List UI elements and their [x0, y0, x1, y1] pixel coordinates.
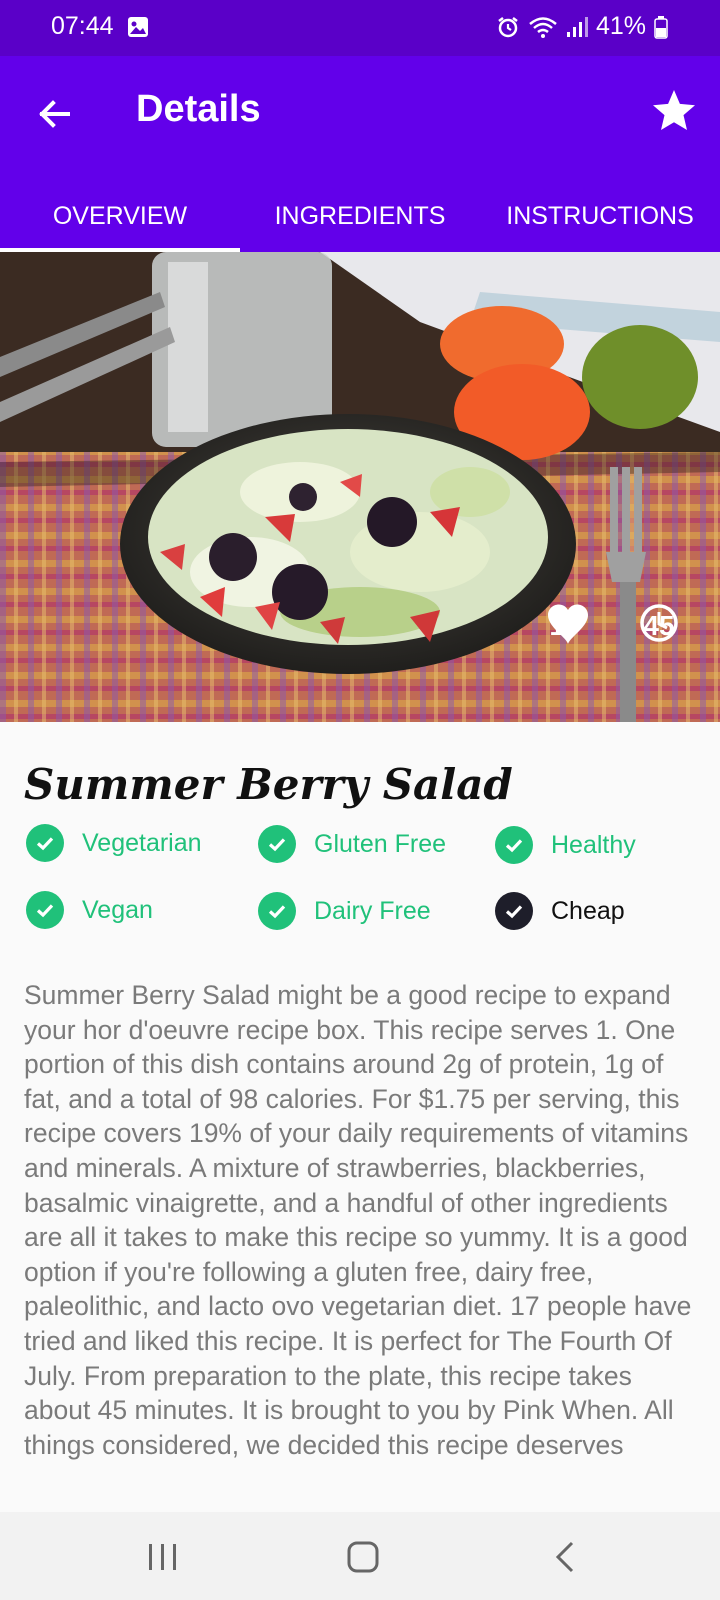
check-icon	[258, 892, 296, 930]
likes-count: 17	[549, 610, 581, 641]
tag-vegan: Vegan	[26, 891, 153, 929]
tab-overview[interactable]: OVERVIEW	[0, 188, 240, 252]
back-arrow-icon[interactable]	[30, 90, 78, 138]
check-icon	[495, 892, 533, 930]
tab-instructions[interactable]: INSTRUCTIONS	[480, 188, 720, 252]
page-title: Details	[136, 88, 261, 130]
status-time: 07:44	[51, 12, 114, 40]
tag-cheap: Cheap	[495, 892, 625, 930]
tag-label: Vegan	[82, 895, 153, 924]
tag-label: Healthy	[551, 830, 636, 859]
tab-bar: OVERVIEW INGREDIENTS INSTRUCTIONS	[0, 188, 720, 252]
check-icon	[258, 825, 296, 863]
tag-label: Cheap	[551, 896, 625, 925]
wifi-icon	[529, 16, 557, 38]
status-bar: 07:44 41%	[0, 0, 720, 56]
recent-apps-icon[interactable]	[146, 1542, 180, 1572]
salad-photo	[0, 252, 720, 722]
nav-back-icon[interactable]	[552, 1540, 578, 1574]
tag-label: Gluten Free	[314, 829, 447, 858]
recipe-image: 17 45	[0, 252, 720, 722]
system-nav-bar	[0, 1512, 720, 1600]
image-icon	[128, 17, 148, 37]
tab-ingredients[interactable]: INGREDIENTS	[240, 188, 480, 252]
tag-label: Vegetarian	[82, 828, 202, 857]
check-icon	[495, 826, 533, 864]
tag-vegetarian: Vegetarian	[26, 824, 202, 862]
app-bar: Details OVERVIEW INGREDIENTS INSTRUCTION…	[0, 56, 720, 252]
recipe-title: Summer Berry Salad	[24, 760, 513, 809]
star-icon[interactable]	[650, 84, 698, 136]
tag-gluten-free: Gluten Free	[258, 825, 446, 863]
alarm-icon	[498, 16, 518, 37]
tag-dairy-free: Dairy Free	[258, 892, 431, 930]
battery-icon	[654, 15, 668, 39]
minutes-count: 45	[643, 610, 675, 641]
home-icon[interactable]	[346, 1540, 380, 1574]
tag-healthy: Healthy	[495, 826, 636, 864]
battery-percent: 41%	[595, 12, 646, 40]
status-indicators: 41%	[496, 12, 668, 41]
recipe-summary: Summer Berry Salad might be a good recip…	[24, 980, 692, 1460]
tag-label: Dairy Free	[314, 896, 431, 925]
check-icon	[26, 824, 64, 862]
overview-content: Summer Berry Salad Vegetarian Gluten Fre…	[0, 722, 720, 1512]
check-icon	[26, 891, 64, 929]
signal-icon	[566, 16, 588, 37]
